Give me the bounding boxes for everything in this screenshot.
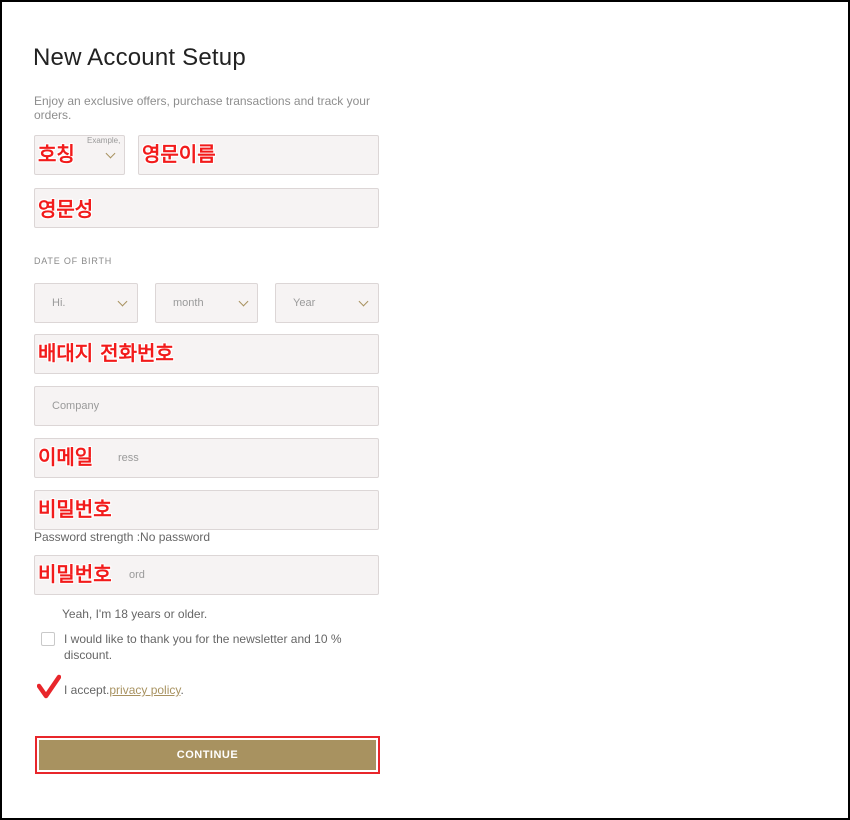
- page-subtitle: Enjoy an exclusive offers, purchase tran…: [34, 94, 370, 122]
- chevron-down-icon: [117, 296, 128, 307]
- continue-button[interactable]: CONTINUE: [35, 736, 380, 774]
- company-placeholder: Company: [52, 400, 100, 412]
- title-select[interactable]: Example,: [34, 135, 125, 175]
- privacy-policy-link[interactable]: privacy policy: [109, 683, 180, 697]
- chevron-down-icon: [358, 296, 369, 307]
- page-title: New Account Setup: [33, 44, 246, 71]
- year-select[interactable]: Year: [275, 283, 379, 323]
- dob-label: DATE OF BIRTH: [34, 256, 113, 266]
- phone-input[interactable]: [34, 334, 379, 374]
- day-select[interactable]: Hi.: [34, 283, 138, 323]
- checkmark-icon: [36, 674, 62, 699]
- confirm-password-placeholder: ord: [129, 569, 145, 581]
- newsletter-label: I would like to thank you for the newsle…: [64, 632, 342, 662]
- confirm-password-input[interactable]: ord: [34, 555, 379, 595]
- continue-label: CONTINUE: [39, 740, 376, 770]
- company-input[interactable]: Company: [34, 386, 379, 426]
- privacy-label-end: .: [180, 683, 184, 697]
- last-name-input[interactable]: [34, 188, 379, 228]
- privacy-label: I accept.: [64, 683, 110, 697]
- month-select[interactable]: month: [155, 283, 258, 323]
- chevron-down-icon: [238, 296, 249, 307]
- first-name-input[interactable]: [138, 135, 379, 175]
- email-placeholder: ress: [118, 452, 139, 464]
- year-select-value: Year: [293, 297, 316, 309]
- title-select-placeholder: Example,: [87, 136, 121, 145]
- day-select-value: Hi.: [52, 297, 66, 309]
- email-input[interactable]: ress: [34, 438, 379, 478]
- newsletter-checkbox[interactable]: [41, 632, 55, 646]
- month-select-value: month: [173, 297, 204, 309]
- password-strength: Password strength :No password: [34, 530, 211, 544]
- privacy-label-wrap: I accept.privacy policy.: [64, 682, 184, 698]
- age-confirm-label: Yeah, I'm 18 years or older.: [62, 607, 208, 621]
- privacy-checkbox[interactable]: [36, 674, 62, 700]
- password-input[interactable]: [34, 490, 379, 530]
